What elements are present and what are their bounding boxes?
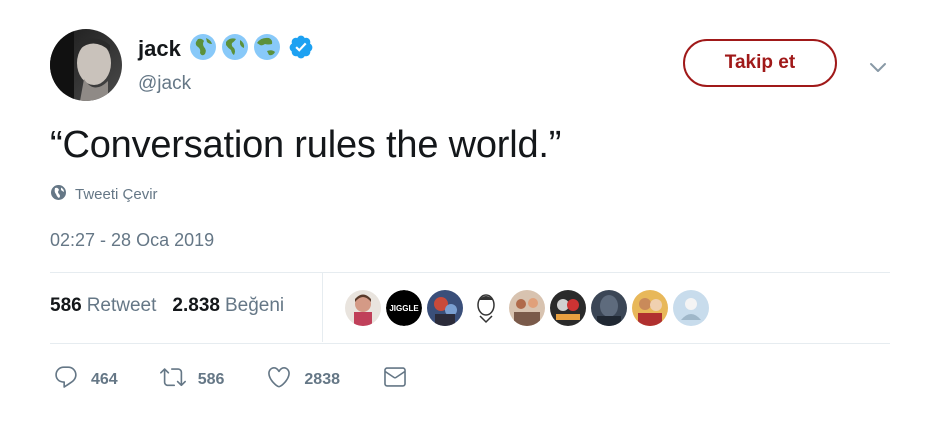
liker-avatar-9[interactable] bbox=[673, 290, 709, 326]
profile-avatar[interactable] bbox=[50, 29, 122, 101]
liker-avatar-3[interactable] bbox=[427, 290, 463, 326]
like-count: 2838 bbox=[304, 370, 340, 388]
author-name-row: jack bbox=[138, 33, 314, 65]
liker-avatar-1[interactable] bbox=[345, 290, 381, 326]
liker-avatar-5[interactable] bbox=[509, 290, 545, 326]
reply-icon bbox=[53, 364, 79, 395]
liker-avatar-2-text: JIGGLE bbox=[389, 304, 419, 313]
globe-europe-africa-icon bbox=[189, 33, 217, 66]
liker-avatars: JIGGLE bbox=[345, 290, 714, 326]
divider-top bbox=[50, 272, 890, 273]
globe-icon bbox=[50, 184, 67, 205]
retweets-stat-count[interactable]: 586 bbox=[50, 295, 82, 317]
reply-button[interactable]: 464 bbox=[53, 364, 118, 395]
translate-tweet-link[interactable]: Tweeti Çevir bbox=[50, 184, 158, 205]
author-display-name[interactable]: jack bbox=[138, 36, 181, 62]
tweet-stats: 586 Retweet 2.838 Beğeni bbox=[50, 295, 300, 317]
heart-icon bbox=[266, 364, 292, 395]
retweet-count: 586 bbox=[197, 370, 225, 388]
retweets-stat-label[interactable]: Retweet bbox=[87, 295, 157, 317]
liker-avatar-7[interactable] bbox=[591, 290, 627, 326]
tweet-timestamp[interactable]: 02:27 - 28 Oca 2019 bbox=[50, 230, 214, 251]
likes-stat-label[interactable]: Beğeni bbox=[225, 295, 284, 317]
globe-asia-australia-icon bbox=[253, 33, 281, 66]
tweet-text: “Conversation rules the world.” bbox=[50, 124, 562, 166]
envelope-icon bbox=[382, 364, 408, 395]
follow-button[interactable]: Takip et bbox=[683, 39, 837, 87]
translate-tweet-label: Tweeti Çevir bbox=[75, 186, 158, 203]
liker-avatar-4[interactable] bbox=[468, 290, 504, 326]
verified-badge-icon bbox=[288, 34, 314, 65]
tweet-actions: 464 586 2838 bbox=[53, 364, 450, 395]
like-button[interactable]: 2838 bbox=[266, 364, 340, 395]
liker-avatar-8[interactable] bbox=[632, 290, 668, 326]
stats-separator bbox=[322, 273, 323, 342]
divider-bottom bbox=[50, 343, 890, 344]
likes-stat-count[interactable]: 2.838 bbox=[172, 295, 220, 317]
globe-americas-icon bbox=[221, 33, 249, 66]
direct-message-button[interactable] bbox=[382, 364, 408, 395]
liker-avatar-6[interactable] bbox=[550, 290, 586, 326]
reply-count: 464 bbox=[91, 370, 118, 388]
retweet-icon bbox=[159, 364, 186, 395]
author-handle[interactable]: @jack bbox=[138, 73, 191, 95]
retweet-button[interactable]: 586 bbox=[159, 364, 225, 395]
liker-avatar-2[interactable]: JIGGLE bbox=[386, 290, 422, 326]
chevron-down-icon[interactable] bbox=[866, 58, 890, 78]
